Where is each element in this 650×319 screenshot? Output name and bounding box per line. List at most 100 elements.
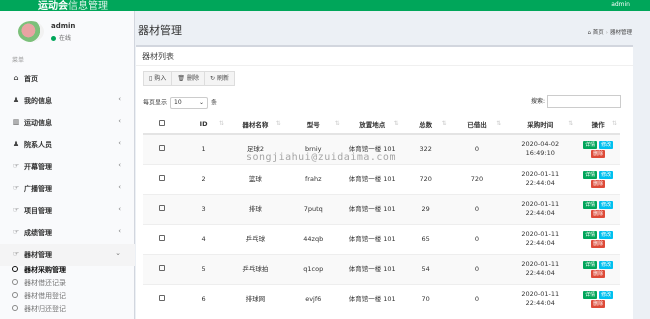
row-checkbox[interactable] xyxy=(158,264,165,271)
sort-icon: ⇅ xyxy=(496,120,502,127)
row-delete-button[interactable]: 删除 xyxy=(591,149,606,158)
avatar xyxy=(18,21,44,42)
menu-header: 菜单 xyxy=(12,57,25,64)
search-input[interactable] xyxy=(547,95,621,108)
user-panel: admin 在线 xyxy=(0,11,135,51)
sidebar-subitem-4[interactable]: 器材归还登记 xyxy=(0,303,135,316)
sidebar-subitem-label: 器材采购管理 xyxy=(24,266,66,274)
sort-icon: ⇅ xyxy=(441,120,447,127)
cell-name: 乒乓球拍 xyxy=(227,253,284,284)
row-delete-button[interactable]: 删除 xyxy=(591,179,606,188)
sidebar-item-label: 院系人员 xyxy=(24,141,52,149)
bar-chart-icon: ▥ xyxy=(12,118,20,126)
detail-button[interactable]: 详情 xyxy=(583,260,598,269)
sidebar-item-label: 运动信息 xyxy=(24,119,52,127)
delete-button[interactable]: 🗑 删除 xyxy=(171,71,205,86)
sidebar-subitem-label: 器材借还记录 xyxy=(24,279,66,287)
cell-name: 排球 xyxy=(227,193,284,224)
sort-icon: ⇅ xyxy=(334,120,340,127)
chevron-left-icon: ‹ xyxy=(118,205,121,213)
chevron-down-icon: ⌄ xyxy=(198,99,205,106)
page-title: 器材管理 xyxy=(138,24,182,37)
detail-button[interactable]: 详情 xyxy=(583,200,598,209)
toolbar: ▯ 购入 🗑 删除 ↻ 刷新 xyxy=(143,71,236,86)
cell-name: 乒乓球 xyxy=(227,223,284,254)
edit-button[interactable]: 修改 xyxy=(599,230,614,239)
users-icon: ♟ xyxy=(12,140,20,148)
cell-id: 5 xyxy=(180,253,228,284)
sidebar-item-6[interactable]: ☞ 广播管理 ‹ xyxy=(0,178,135,200)
sidebar-item-1[interactable]: ⌂ 首页 xyxy=(0,68,135,90)
sidebar-item-9[interactable]: ☞ 器材管理 ⌄ xyxy=(0,244,135,266)
sidebar-subitem-2[interactable]: 器材借还记录 xyxy=(0,277,135,290)
navbar-user[interactable]: admin xyxy=(611,1,630,8)
search: 搜索: xyxy=(531,95,621,108)
trash-icon: 🗑 xyxy=(177,75,185,82)
cell-actions: 详情 修改 删除 xyxy=(576,133,620,164)
purchase-button[interactable]: ▯ 购入 xyxy=(143,71,173,86)
row-delete-button[interactable]: 删除 xyxy=(591,299,606,308)
edit-button[interactable]: 修改 xyxy=(599,290,614,299)
refresh-icon: ↻ xyxy=(209,75,215,82)
online-dot-icon xyxy=(51,36,56,41)
user-status: 在线 xyxy=(51,33,71,42)
cell-actions: 详情 修改 删除 xyxy=(576,283,620,314)
cell-purchase-time: 2020-04-02 16:49:10 xyxy=(504,133,577,164)
col-model[interactable]: 型号 ⇅ xyxy=(283,114,343,135)
row-delete-button[interactable]: 删除 xyxy=(591,209,606,218)
table-row: 6 排球网 evjf6 体育馆一楼 101 70 0 2020-01-11 22:44:04 详… xyxy=(143,283,620,314)
sidebar-item-7[interactable]: ☞ 项目管理 ‹ xyxy=(0,200,135,222)
row-checkbox[interactable] xyxy=(158,234,165,241)
cell-actions: 详情 修改 删除 xyxy=(576,223,620,254)
row-delete-button[interactable]: 删除 xyxy=(591,269,606,278)
row-delete-button[interactable]: 删除 xyxy=(591,239,606,248)
detail-button[interactable]: 详情 xyxy=(583,230,598,239)
col-place[interactable]: 放置地点 ⇅ xyxy=(342,114,402,135)
sidebar-item-8[interactable]: ☞ 成绩管理 ‹ xyxy=(0,222,135,244)
sidebar-item-5[interactable]: ☞ 开幕管理 ‹ xyxy=(0,156,135,178)
breadcrumb: ⌂ 首页 › 器材管理 xyxy=(587,30,632,36)
cell-id: 3 xyxy=(180,193,228,224)
cell-model: 7putq xyxy=(283,193,343,224)
edit-button[interactable]: 修改 xyxy=(599,140,614,149)
hand-icon: ☞ xyxy=(12,228,20,236)
row-checkbox[interactable] xyxy=(158,294,165,301)
detail-button[interactable]: 详情 xyxy=(583,290,598,299)
row-checkbox[interactable] xyxy=(158,144,165,151)
cell-model: q1cop xyxy=(283,253,343,284)
col-actions: 操作 ⇅ xyxy=(576,114,620,135)
detail-button[interactable]: 详情 xyxy=(583,170,598,179)
col-id[interactable]: ID ⇅ xyxy=(180,114,228,135)
cell-place: 体育馆一楼 101 xyxy=(342,283,402,314)
sidebar-subitem-3[interactable]: 器材借用登记 xyxy=(0,290,135,303)
sidebar-item-4[interactable]: ♟ 院系人员 ‹ xyxy=(0,134,135,156)
circle-icon xyxy=(12,292,18,298)
equipment-table: ID ⇅ 器材名称 ⇅ 型号 ⇅ 放置地点 ⇅ 总数 ⇅ 已借出 ⇅ 采购时间 ⇅ 操作 ⇅ 1… xyxy=(143,114,620,314)
chevron-left-icon: ‹ xyxy=(118,227,121,235)
hand-icon: ☞ xyxy=(12,206,20,214)
sidebar-subitem-1[interactable]: 器材采购管理 xyxy=(0,264,135,277)
select-all-checkbox[interactable] xyxy=(143,114,181,135)
hand-icon: ☞ xyxy=(12,250,20,258)
cell-place: 体育馆一楼 101 xyxy=(342,163,402,194)
cell-lent: 720 xyxy=(449,163,505,194)
edit-button[interactable]: 修改 xyxy=(599,170,614,179)
sort-asc-icon: ⇅ xyxy=(219,120,225,127)
detail-button[interactable]: 详情 xyxy=(583,140,598,149)
file-icon: ▯ xyxy=(149,75,153,82)
col-name[interactable]: 器材名称 ⇅ xyxy=(227,114,284,135)
breadcrumb-home[interactable]: 首页 xyxy=(593,30,604,36)
refresh-button[interactable]: ↻ 刷新 xyxy=(203,71,236,86)
page-length-select[interactable]: 10 ⌄ xyxy=(170,97,209,109)
row-checkbox[interactable] xyxy=(158,204,165,211)
sidebar-item-3[interactable]: ▥ 运动信息 ‹ xyxy=(0,112,135,134)
col-purchase-time[interactable]: 采购时间 ⇅ xyxy=(504,114,577,135)
divider xyxy=(136,65,633,66)
cell-total: 322 xyxy=(401,133,450,164)
edit-button[interactable]: 修改 xyxy=(599,200,614,209)
col-total[interactable]: 总数 ⇅ xyxy=(401,114,450,135)
row-checkbox[interactable] xyxy=(158,174,165,181)
sidebar-item-2[interactable]: ♟ 我的信息 ‹ xyxy=(0,90,135,112)
edit-button[interactable]: 修改 xyxy=(599,260,614,269)
col-lent[interactable]: 已借出 ⇅ xyxy=(449,114,505,135)
